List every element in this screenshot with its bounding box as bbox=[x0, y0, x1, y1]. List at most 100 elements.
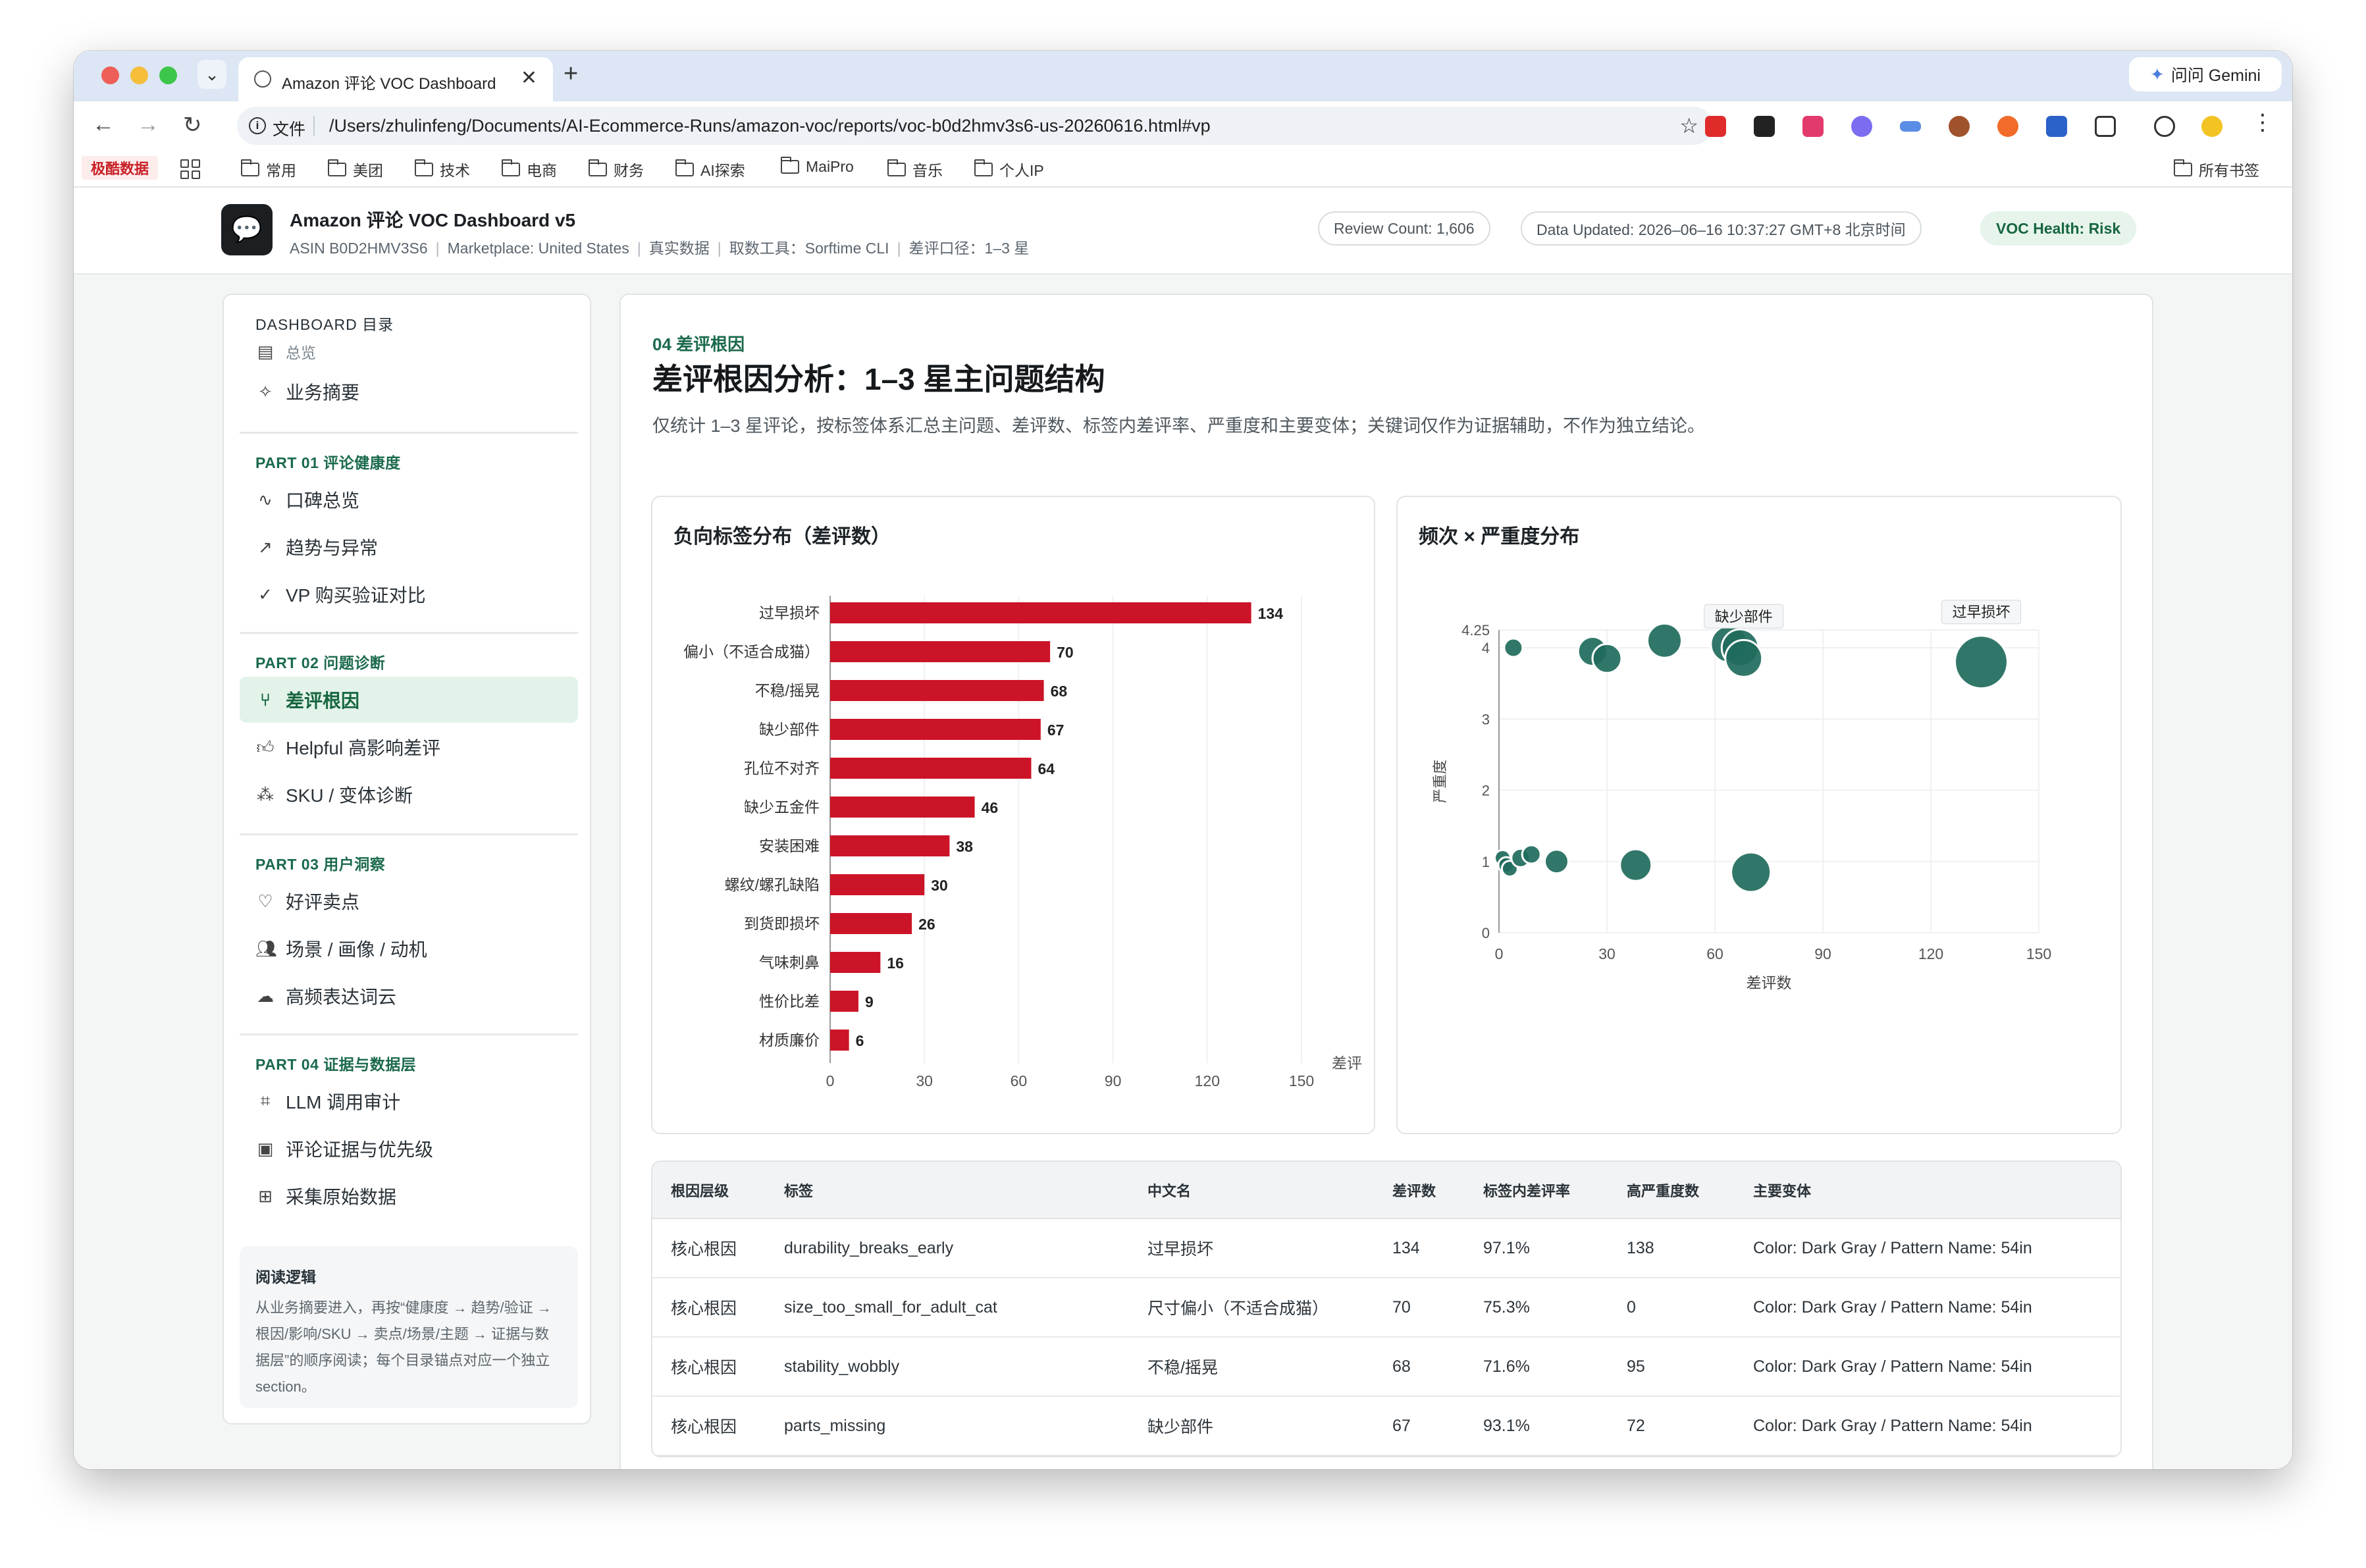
extension-blue-icon[interactable] bbox=[1900, 121, 1921, 132]
extension-wave-icon[interactable] bbox=[1851, 116, 1872, 137]
bookmark-folder[interactable]: 音乐 bbox=[887, 158, 943, 180]
x-tick-label: 120 bbox=[1195, 1072, 1220, 1089]
info-icon[interactable]: i bbox=[249, 117, 266, 134]
y-tick-label: 4.25 bbox=[1461, 622, 1490, 639]
extension-pink-icon[interactable] bbox=[1802, 116, 1824, 137]
x-tick-label: 90 bbox=[1814, 945, 1831, 962]
forward-arrow-icon[interactable]: → bbox=[137, 112, 159, 138]
sidebar-item-llm-audit[interactable]: ⌗ LLM 调用审计 bbox=[240, 1078, 578, 1124]
close-window-button[interactable] bbox=[101, 66, 119, 84]
table-cell: 0 bbox=[1608, 1278, 1735, 1338]
section-label: 04 差评根因 bbox=[652, 334, 745, 354]
meta-marketplace: Marketplace: United States bbox=[447, 240, 629, 257]
bookmark-label: 技术 bbox=[440, 162, 470, 179]
extension-dark-icon[interactable] bbox=[1754, 116, 1775, 137]
sidebar-item-overview[interactable]: ▤ 总览 bbox=[240, 336, 578, 367]
sidebar-item-summary[interactable]: ✧ 业务摘要 bbox=[240, 369, 578, 415]
sidebar-item-evidence[interactable]: ▣ 评论证据与优先级 bbox=[240, 1126, 578, 1172]
table-cell: 尺寸偏小（不适合成猫） bbox=[1129, 1278, 1374, 1338]
bar bbox=[830, 719, 1041, 740]
folder-icon bbox=[589, 159, 607, 176]
category-label: 孔位不对齐 bbox=[744, 760, 820, 777]
sidebar-item-trends[interactable]: ↗ 趋势与异常 bbox=[240, 524, 578, 570]
bookmark-star-icon[interactable]: ☆ bbox=[1679, 113, 1698, 138]
bookmark-folder[interactable]: 美团 bbox=[328, 158, 383, 180]
all-bookmarks[interactable]: 所有书签 bbox=[2174, 158, 2259, 180]
browser-tab[interactable]: Amazon 评论 VOC Dashboard ✕ bbox=[238, 57, 553, 101]
sidebar-item-vp[interactable]: ✓ VP 购买验证对比 bbox=[240, 571, 578, 617]
bookmark-folder[interactable]: 个人IP bbox=[974, 158, 1044, 180]
bookmark-folder[interactable]: AI探索 bbox=[675, 158, 745, 180]
table-row[interactable]: 核心根因 durability_breaks_early 过早损坏 134 97.1% 1… bbox=[652, 1218, 2120, 1278]
bookmark-folder[interactable]: 技术 bbox=[415, 158, 470, 180]
category-label: 气味刺鼻 bbox=[759, 954, 820, 971]
bookmark-jike[interactable]: 极酷数据 bbox=[82, 156, 158, 180]
table-cell: size_too_small_for_adult_cat bbox=[766, 1278, 1129, 1338]
gemini-button[interactable]: ✦ 问问 Gemini bbox=[2129, 57, 2282, 91]
thumbs-up-icon: 👍︎ bbox=[256, 737, 275, 757]
reading-guide-body: 从业务摘要进入，再按“健康度 → 趋势/验证 → 根因/影响/SKU → 卖点/… bbox=[255, 1299, 552, 1395]
data-label: 68 bbox=[1051, 683, 1068, 700]
data-label: 9 bbox=[865, 993, 874, 1010]
tab-search-chevron-icon[interactable]: ⌄ bbox=[197, 60, 226, 89]
y-tick-label: 2 bbox=[1482, 783, 1490, 799]
bar bbox=[830, 1030, 849, 1051]
minimize-window-button[interactable] bbox=[130, 66, 148, 84]
x-tick-label: 60 bbox=[1011, 1072, 1028, 1089]
category-label: 性价比差 bbox=[759, 993, 820, 1010]
extension-orange-icon[interactable] bbox=[1997, 116, 2018, 137]
sidebar-item-selling-points[interactable]: ♡ 好评卖点 bbox=[240, 878, 578, 924]
extension-cookie-icon[interactable] bbox=[1949, 116, 1970, 137]
extensions-puzzle-icon[interactable] bbox=[2095, 116, 2116, 137]
bookmark-folder[interactable]: 常用 bbox=[241, 158, 296, 180]
new-tab-button[interactable]: + bbox=[564, 60, 578, 88]
sidebar-item-personas[interactable]: 👥︎ 场景 / 画像 / 动机 bbox=[240, 926, 578, 972]
table-cell: 67 bbox=[1374, 1396, 1465, 1456]
table-header-cell: 标签 bbox=[766, 1162, 1129, 1219]
address-separator bbox=[313, 116, 315, 136]
table-row[interactable]: 核心根因 stability_wobbly 不稳/摇晃 68 71.6% 95 Color:… bbox=[652, 1337, 2120, 1397]
close-tab-icon[interactable]: ✕ bbox=[521, 66, 537, 90]
sidebar-item-raw-data[interactable]: ⊞ 采集原始数据 bbox=[240, 1173, 578, 1219]
sidebar-item-helpful[interactable]: 👍︎ Helpful 高影响差评 bbox=[240, 724, 578, 770]
back-arrow-icon[interactable]: ← bbox=[92, 112, 115, 138]
extension-bolt-icon[interactable] bbox=[2154, 116, 2175, 137]
bookmark-folder[interactable]: 电商 bbox=[502, 158, 557, 180]
address-bar[interactable]: i 文件 /Users/zhulinfeng/Documents/AI-Ecom… bbox=[237, 107, 1713, 145]
point-label: 过早损坏 bbox=[1953, 604, 2011, 621]
sidebar-item-root-cause[interactable]: ⑂ 差评根因 bbox=[240, 677, 578, 723]
sidebar-item-reputation[interactable]: ∿ 口碑总览 bbox=[240, 477, 578, 523]
bookmark-folder[interactable]: 财务 bbox=[589, 158, 644, 180]
data-label: 16 bbox=[887, 954, 904, 972]
root-cause-table: 根因层级 标签 中文名 差评数 标签内差评率 高严重度数 主要变体 核心根因 durabili… bbox=[651, 1161, 2122, 1457]
bookmark-label: AI探索 bbox=[700, 162, 745, 179]
apps-grid-icon[interactable] bbox=[180, 159, 200, 179]
category-label: 过早损坏 bbox=[759, 604, 820, 621]
table-row[interactable]: 核心根因 parts_missing 缺少部件 67 93.1% 72 Color: Dar… bbox=[652, 1396, 2120, 1456]
sidebar-title: DASHBOARD 目录 bbox=[255, 316, 394, 333]
extension-square-icon[interactable] bbox=[2046, 116, 2067, 137]
bar bbox=[830, 913, 912, 934]
bar bbox=[830, 835, 950, 856]
scatter-chart: 0 30 60 90 120 150 0 1 2 3 44.25 差评数 严重度 缺少部件 过早损坏 bbox=[1432, 600, 2051, 991]
extension-fe-icon[interactable] bbox=[1705, 116, 1726, 137]
bookmark-label: 美团 bbox=[353, 162, 383, 179]
table-cell: Color: Dark Gray / Pattern Name: 54in bbox=[1735, 1396, 2120, 1456]
table-cell: 72 bbox=[1608, 1396, 1735, 1456]
scatter-chart-title: 频次 × 严重度分布 bbox=[1419, 526, 1580, 548]
reload-icon[interactable]: ↻ bbox=[183, 112, 202, 138]
reading-guide: 阅读逻辑 从业务摘要进入，再按“健康度 → 趋势/验证 → 根因/影响/SKU … bbox=[240, 1246, 578, 1408]
sidebar-item-sku[interactable]: ⁂ SKU / 变体诊断 bbox=[240, 771, 578, 818]
url-text[interactable]: /Users/zhulinfeng/Documents/AI-Ecommerce… bbox=[329, 116, 1211, 136]
bar-chart: 0 30 60 90 120 150 差评 过早损坏 134 偏小（不适合成猫） 70 不稳/摇晃 68… bbox=[683, 596, 1362, 1089]
table-cell: 138 bbox=[1608, 1218, 1735, 1278]
bookmark-folder[interactable]: MaiPro bbox=[781, 157, 854, 176]
maximize-window-button[interactable] bbox=[159, 66, 177, 84]
sidebar-divider bbox=[240, 833, 578, 835]
profile-avatar[interactable] bbox=[2201, 116, 2222, 137]
sidebar-item-wordcloud[interactable]: ☁ 高频表达词云 bbox=[240, 973, 578, 1019]
table-row[interactable]: 核心根因 size_too_small_for_adult_cat 尺寸偏小（不适合… bbox=[652, 1278, 2120, 1338]
app-title: Amazon 评论 VOC Dashboard v5 bbox=[290, 210, 576, 230]
browser-menu-icon[interactable]: ⋮ bbox=[2251, 109, 2274, 136]
table-cell: 95 bbox=[1608, 1337, 1735, 1397]
